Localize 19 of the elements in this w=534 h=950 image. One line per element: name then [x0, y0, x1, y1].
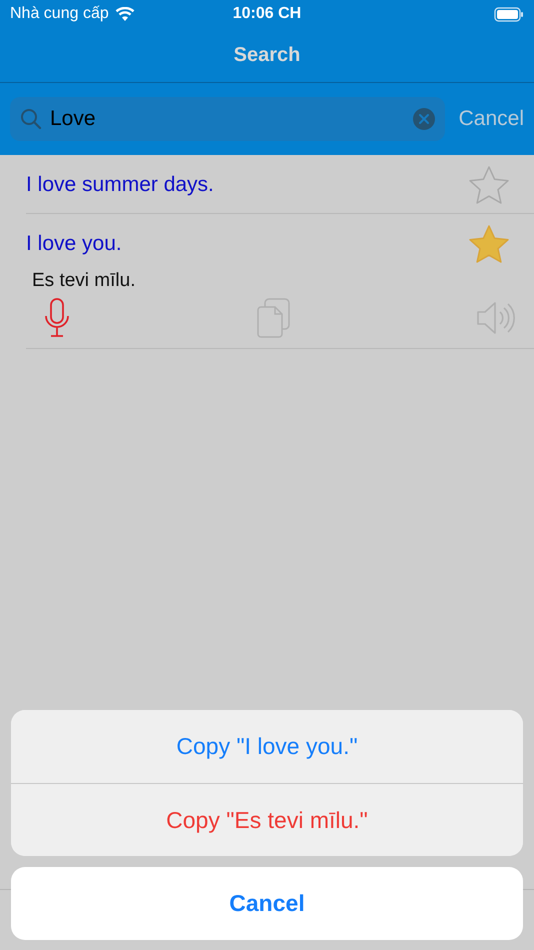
phrase-text[interactable]: I love you.	[26, 232, 122, 256]
status-time: 10:06 CH	[232, 5, 302, 23]
phrase-text[interactable]: I love summer days.	[26, 173, 214, 197]
star-icon[interactable]	[468, 224, 510, 264]
wifi-icon	[114, 6, 135, 22]
copy-icon[interactable]	[256, 298, 290, 338]
carrier-name: Nhà cung cấp	[10, 5, 109, 23]
search-field[interactable]: Love	[10, 97, 445, 141]
cancel-link[interactable]: Cancel	[458, 107, 524, 131]
microphone-icon[interactable]	[44, 298, 70, 338]
star-icon[interactable]	[468, 165, 510, 205]
clear-icon[interactable]	[412, 108, 435, 130]
search-icon	[20, 108, 42, 130]
nav-title: Search	[234, 44, 300, 66]
translation-text: Es tevi mīlu.	[32, 270, 136, 292]
battery-icon	[494, 6, 524, 22]
cancel-button[interactable]: Cancel	[11, 867, 523, 940]
speaker-icon[interactable]	[476, 301, 518, 335]
copy-action[interactable]: Copy "Es tevi mīlu."	[11, 783, 523, 856]
